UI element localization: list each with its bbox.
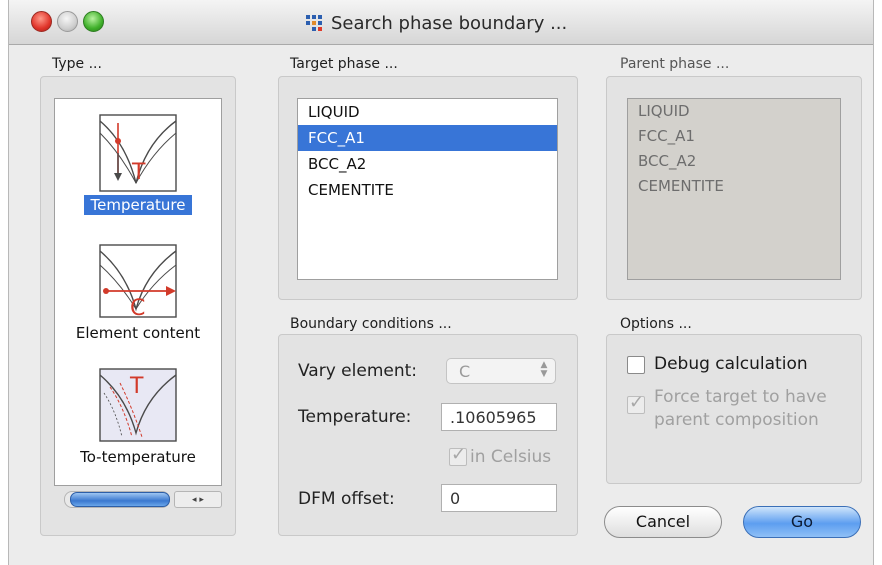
list-item-selected[interactable]: FCC_A1: [298, 125, 557, 151]
list-item: CEMENTITE: [638, 177, 724, 195]
checkmark-icon: ✓: [451, 444, 467, 465]
list-item[interactable]: BCC_A2: [298, 151, 557, 177]
updown-arrows-icon: ▲ ▼: [540, 360, 548, 379]
type-list-scrollbar[interactable]: ◂ ▸: [64, 489, 222, 509]
title-bar: Search phase boundary ...: [9, 0, 873, 45]
type-item-to-temperature[interactable]: T To-temperature: [55, 367, 221, 467]
dfm-offset-field[interactable]: 0: [441, 484, 557, 512]
to-temperature-diagram-icon: T: [99, 368, 177, 442]
list-item: BCC_A2: [638, 152, 697, 170]
temperature-diagram-icon: T: [99, 114, 177, 192]
scroll-arrows-icon[interactable]: ◂ ▸: [174, 491, 222, 508]
list-item: LIQUID: [638, 102, 690, 120]
target-phase-list[interactable]: LIQUID FCC_A1 BCC_A2 CEMENTITE: [297, 98, 558, 280]
type-item-element-content[interactable]: C Element content: [55, 243, 221, 343]
parent-phase-list: LIQUID FCC_A1 BCC_A2 CEMENTITE: [627, 98, 841, 280]
type-group-label: Type ...: [52, 56, 102, 72]
force-target-label-line2: parent composition: [654, 410, 819, 430]
parent-phase-label: Parent phase ...: [620, 56, 730, 72]
type-list[interactable]: T Temperature C Element content T To-tem…: [54, 98, 222, 486]
debug-calculation-label: Debug calculation: [654, 354, 808, 374]
scroll-thumb[interactable]: [70, 492, 170, 507]
svg-text:T: T: [129, 374, 144, 399]
in-celsius-label: in Celsius: [470, 447, 552, 467]
phase-grid-icon: [306, 15, 322, 31]
vary-element-value: C: [459, 362, 471, 381]
list-item: FCC_A1: [638, 127, 695, 145]
element-content-diagram-icon: C: [99, 244, 177, 321]
svg-text:T: T: [131, 160, 146, 185]
zoom-window-button[interactable]: [83, 11, 104, 32]
in-celsius-checkbox[interactable]: ✓: [449, 444, 467, 466]
debug-calculation-checkbox[interactable]: [627, 356, 645, 374]
svg-text:C: C: [130, 296, 145, 321]
window-title: Search phase boundary ...: [331, 12, 568, 34]
go-button[interactable]: Go: [743, 506, 861, 538]
cancel-button[interactable]: Cancel: [604, 506, 722, 538]
type-label-element-content: Element content: [75, 324, 201, 342]
checkmark-icon: ✓: [629, 392, 645, 413]
force-target-checkbox[interactable]: ✓: [627, 392, 645, 414]
target-phase-label: Target phase ...: [290, 56, 398, 72]
boundary-conditions-label: Boundary conditions ...: [290, 316, 452, 332]
type-label-to-temperature: To-temperature: [80, 448, 196, 466]
list-item[interactable]: LIQUID: [298, 99, 557, 125]
vary-element-select[interactable]: C ▲ ▼: [446, 358, 556, 384]
close-window-button[interactable]: [31, 11, 52, 32]
type-item-temperature[interactable]: T Temperature: [55, 113, 221, 215]
temperature-label: Temperature:: [298, 407, 412, 427]
vary-element-label: Vary element:: [298, 361, 418, 381]
force-target-label-line1: Force target to have: [654, 387, 827, 407]
temperature-field[interactable]: .10605965: [441, 403, 557, 431]
minimize-window-button[interactable]: [57, 11, 78, 32]
options-label: Options ...: [620, 316, 692, 332]
type-label-temperature: Temperature: [84, 195, 192, 215]
list-item[interactable]: CEMENTITE: [298, 177, 557, 203]
dfm-offset-label: DFM offset:: [298, 489, 395, 509]
